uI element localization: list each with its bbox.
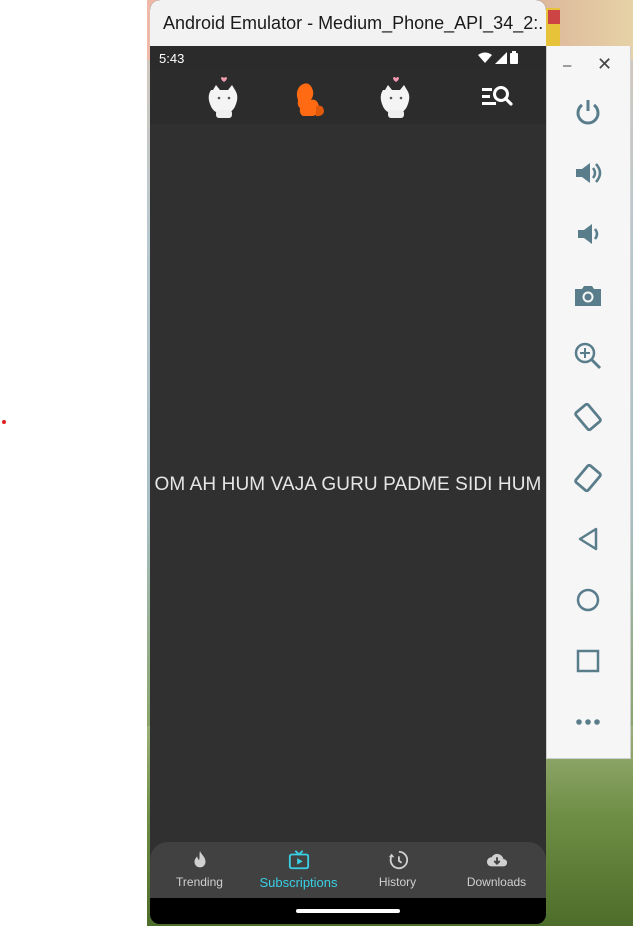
volume-down-icon <box>578 224 599 244</box>
signal-icon <box>495 51 507 64</box>
rotate-left-icon <box>574 402 602 432</box>
emulator-toolbar: – ✕ <box>546 46 631 759</box>
volume-up-button[interactable] <box>569 154 607 192</box>
home-gesture-handle[interactable] <box>296 909 400 913</box>
status-time: 5:43 <box>159 51 185 66</box>
home-button[interactable] <box>569 581 607 619</box>
window-title: Android Emulator - Medium_Phone_API_34_2… <box>163 13 543 33</box>
nav-history[interactable]: History <box>348 842 447 898</box>
emulator-window: Android Emulator - Medium_Phone_API_34_2… <box>150 0 546 924</box>
rotate-right-button[interactable] <box>569 459 607 497</box>
screenshot-button[interactable] <box>569 276 607 314</box>
close-button[interactable]: ✕ <box>597 54 612 75</box>
tv-play-icon <box>288 850 309 870</box>
search-menu-icon[interactable] <box>480 82 514 110</box>
minimize-button[interactable]: – <box>563 57 571 74</box>
wifi-icon <box>478 52 492 63</box>
main-content: OM AH HUM VAJA GURU PADME SIDI HUM <box>150 124 546 842</box>
orange-squirrel-icon[interactable] <box>290 76 330 120</box>
nav-subscriptions-label: Subscriptions <box>259 875 338 890</box>
status-bar: 5:43 <box>150 46 546 70</box>
cloud-download-icon <box>486 853 507 867</box>
red-dot-marker <box>2 420 6 424</box>
more-icon <box>576 719 600 725</box>
app-bar <box>150 70 546 124</box>
rotate-right-icon <box>574 463 602 493</box>
rotate-left-button[interactable] <box>569 398 607 436</box>
bottom-navigation: Trending Subscriptions History Downloads <box>150 842 546 898</box>
cat-avatar-icon[interactable] <box>376 76 416 120</box>
history-icon <box>388 850 408 870</box>
power-button[interactable] <box>569 93 607 131</box>
title-bar[interactable]: Android Emulator - Medium_Phone_API_34_2… <box>150 0 546 46</box>
nav-subscriptions[interactable]: Subscriptions <box>249 842 348 898</box>
flame-icon <box>194 850 205 868</box>
zoom-icon <box>574 342 602 370</box>
mantra-text: OM AH HUM VAJA GURU PADME SIDI HUM <box>154 474 542 495</box>
back-icon <box>578 527 598 551</box>
nav-downloads-label: Downloads <box>466 875 527 889</box>
nav-downloads[interactable]: Downloads <box>447 842 546 898</box>
home-icon <box>576 588 600 612</box>
device-screen[interactable]: 5:43 OM AH HUM VAJA GURU PADME SIDI HUM … <box>150 46 546 924</box>
battery-icon <box>510 51 518 64</box>
volume-down-button[interactable] <box>569 215 607 253</box>
camera-icon <box>575 286 601 306</box>
cat-avatar-icon[interactable] <box>204 76 244 120</box>
back-button[interactable] <box>569 520 607 558</box>
overview-button[interactable] <box>569 642 607 680</box>
power-icon <box>576 100 600 125</box>
nav-history-label: History <box>378 875 417 889</box>
nav-trending[interactable]: Trending <box>150 842 249 898</box>
overview-icon <box>576 649 600 673</box>
gesture-bar <box>150 898 546 924</box>
nav-trending-label: Trending <box>176 875 223 889</box>
volume-up-icon <box>576 163 602 183</box>
zoom-button[interactable] <box>569 337 607 375</box>
more-button[interactable] <box>569 703 607 741</box>
